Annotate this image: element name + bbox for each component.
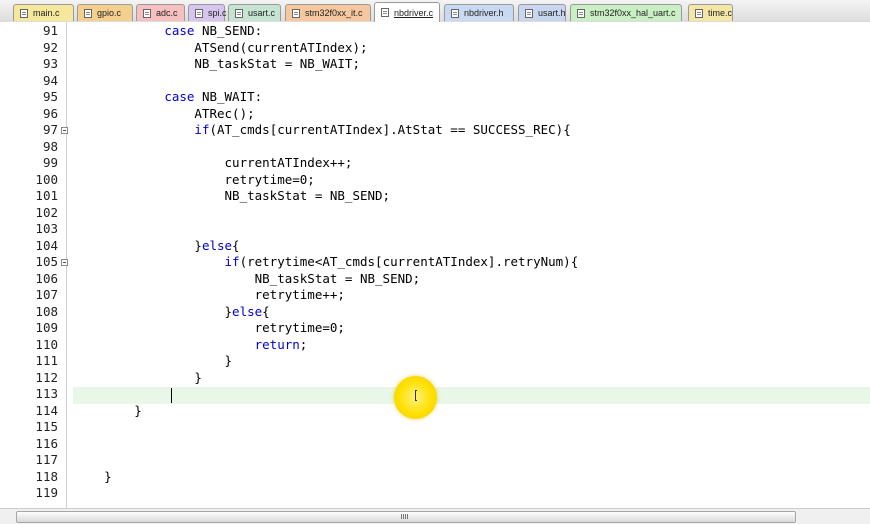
- code-line[interactable]: NB_taskStat = NB_SEND;: [74, 271, 864, 288]
- fold-collapse-icon[interactable]: [61, 259, 68, 266]
- line-number: 94: [42, 72, 58, 88]
- tab-label: stm32f0xx_hal_uart.c: [590, 8, 676, 18]
- code-line[interactable]: }else{: [74, 238, 864, 255]
- file-icon: [525, 9, 533, 18]
- code-line[interactable]: }: [74, 370, 864, 387]
- tab-spi-c[interactable]: spi.c: [188, 4, 227, 21]
- tab-gpio-c[interactable]: gpio.c: [77, 4, 133, 21]
- code-line[interactable]: }: [74, 353, 864, 370]
- line-number: 118: [35, 468, 58, 484]
- code-editor[interactable]: 91 92 93 94 95 96 97 98 99 100 101 102 103 104 105 106 1…: [0, 22, 870, 508]
- line-number: 93: [42, 56, 58, 71]
- file-icon: [381, 8, 389, 17]
- tab-label: spi.c: [208, 8, 227, 18]
- line-number-gutter: 91 92 93 94 95 96 97 98 99 100 101 102 103 104 105 106 1…: [0, 22, 67, 508]
- file-icon: [84, 9, 92, 18]
- tab-label: nbdriver.h: [464, 8, 504, 18]
- line-number: 98: [42, 138, 58, 154]
- tab-nbdriver-h[interactable]: nbdriver.h: [444, 4, 514, 21]
- text-caret: [171, 388, 172, 403]
- code-line[interactable]: }: [74, 469, 864, 486]
- file-icon: [577, 9, 585, 18]
- code-line[interactable]: case NB_SEND:: [74, 23, 864, 40]
- tab-label: nbdriver.c: [394, 8, 434, 18]
- line-number: 104: [35, 237, 58, 253]
- tab-label: time.c: [708, 8, 733, 18]
- line-number: 113: [35, 386, 58, 401]
- code-line[interactable]: if(AT_cmds[currentATIndex].AtStat == SUC…: [74, 122, 864, 139]
- line-number: 97: [42, 122, 58, 137]
- line-number: 103: [35, 221, 58, 236]
- line-number: 112: [35, 369, 58, 385]
- code-line[interactable]: ATRec();: [74, 106, 864, 123]
- tab-nbdriver-c[interactable]: nbdriver.c: [374, 2, 440, 22]
- scrollbar-thumb[interactable]: [16, 511, 796, 523]
- line-number: 106: [35, 270, 58, 286]
- code-line[interactable]: return;: [74, 337, 864, 354]
- line-number: 96: [42, 105, 58, 121]
- tab-main-c[interactable]: main.c: [13, 4, 74, 21]
- line-number: 95: [42, 89, 58, 104]
- line-number: 101: [35, 188, 58, 203]
- code-line[interactable]: retrytime++;: [74, 287, 864, 304]
- file-icon: [451, 9, 459, 18]
- tab-label: usart.c: [248, 8, 276, 18]
- code-line[interactable]: retrytime=0;: [74, 172, 864, 189]
- ibeam-cursor-icon: [415, 390, 417, 401]
- line-number: 114: [35, 402, 58, 418]
- file-icon: [143, 9, 151, 18]
- horizontal-scrollbar[interactable]: [0, 508, 870, 524]
- code-line[interactable]: }: [74, 403, 864, 420]
- tab-label: gpio.c: [97, 8, 122, 18]
- line-number: 99: [42, 155, 58, 170]
- line-number: 110: [35, 336, 58, 352]
- tab-label: main.c: [33, 8, 60, 18]
- tab-time-c[interactable]: time.c: [688, 4, 733, 21]
- code-line[interactable]: currentATIndex++;: [74, 155, 864, 172]
- line-number: 115: [35, 419, 58, 434]
- tab-usart-h[interactable]: usart.h: [518, 4, 566, 21]
- line-number: 100: [35, 171, 58, 187]
- line-number: 109: [35, 320, 58, 335]
- tab-usart-c[interactable]: usart.c: [228, 4, 281, 21]
- file-icon: [235, 9, 243, 18]
- line-number: 116: [35, 435, 58, 451]
- fold-collapse-icon[interactable]: [61, 127, 68, 134]
- line-number: 105: [35, 254, 58, 269]
- current-line-highlight: [73, 387, 870, 404]
- line-number: 108: [35, 303, 58, 319]
- file-icon: [292, 9, 300, 18]
- code-line[interactable]: retrytime=0;: [74, 320, 864, 337]
- line-number: 102: [35, 204, 58, 220]
- line-number: 111: [35, 353, 58, 368]
- file-icon: [195, 9, 203, 18]
- file-icon: [695, 9, 703, 18]
- tab-label: stm32f0xx_it.c: [305, 8, 363, 18]
- tab-label: adc.c: [156, 8, 178, 18]
- file-icon: [20, 9, 28, 18]
- code-line[interactable]: case NB_WAIT:: [74, 89, 864, 106]
- tab-label: usart.h: [538, 8, 566, 18]
- tab-adc-c[interactable]: adc.c: [136, 4, 185, 21]
- scrollbar-grip-icon: [401, 514, 409, 519]
- file-tab-bar: main.c gpio.c adc.c spi.c usart.c stm32f0xx_i…: [0, 0, 870, 23]
- code-line[interactable]: }else{: [74, 304, 864, 321]
- code-line[interactable]: ATSend(currentATIndex);: [74, 40, 864, 57]
- tab-stm32f0xx-hal-uart-c[interactable]: stm32f0xx_hal_uart.c: [570, 4, 682, 21]
- code-line[interactable]: NB_taskStat = NB_SEND;: [74, 188, 864, 205]
- line-number: 117: [35, 452, 58, 467]
- line-number: 107: [35, 287, 58, 302]
- line-number: 91: [42, 23, 58, 38]
- line-number: 92: [42, 39, 58, 55]
- line-number: 119: [35, 485, 58, 500]
- code-line[interactable]: NB_taskStat = NB_WAIT;: [74, 56, 864, 73]
- code-line[interactable]: if(retrytime<AT_cmds[currentATIndex].ret…: [74, 254, 864, 271]
- tab-stm32f0xx-it-c[interactable]: stm32f0xx_it.c: [285, 4, 371, 21]
